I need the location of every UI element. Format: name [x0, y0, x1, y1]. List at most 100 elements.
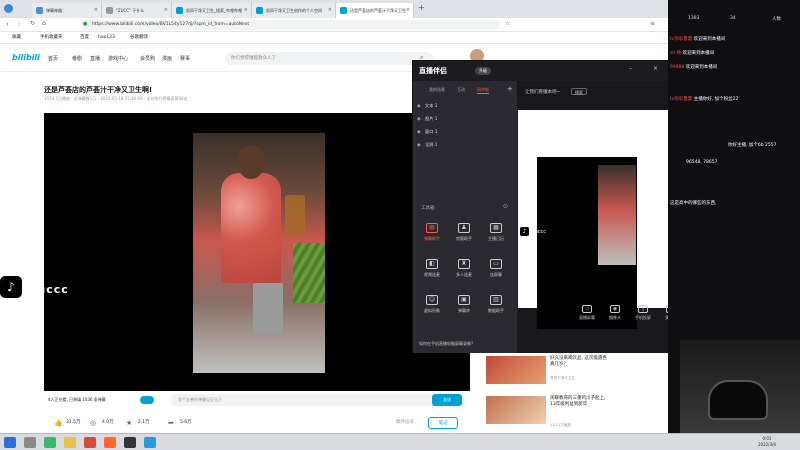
layer-item[interactable]: ◉ 图片 1	[417, 114, 513, 124]
like-icon[interactable]: 👍	[54, 413, 63, 433]
tab-interact[interactable]: 互动	[457, 87, 465, 93]
eye-icon[interactable]: ◉	[417, 101, 422, 111]
rec-thumbnail[interactable]	[486, 396, 546, 424]
rec-title[interactable]: 好久没来喝饮品, 这次能遇色真几岁?	[550, 356, 610, 368]
tab-1[interactable]: "ZUCC" 于什么 ×	[102, 3, 172, 18]
tool-video-link[interactable]: ◧ 视频连麦	[417, 259, 447, 278]
viewer-count-b: 34	[730, 16, 736, 21]
taskbar-app-icon[interactable]	[144, 437, 156, 448]
viewer-count-a: 1383	[688, 16, 700, 21]
nav-game[interactable]: 游戏中心	[108, 55, 128, 62]
tool-data[interactable]: ▥ 数据助手	[481, 295, 511, 314]
tab-0[interactable]: 弹幕神器： ×	[32, 3, 102, 18]
tool-avatar[interactable]: ☺ 虚拟形象	[417, 295, 447, 314]
layer-item[interactable]: ◉ 窗口 1	[417, 127, 513, 137]
bookmark-item[interactable]: 谷歌翻译	[130, 32, 148, 44]
nav-mall[interactable]: 会员购	[140, 55, 155, 62]
menu-icon[interactable]: ≡	[650, 20, 655, 27]
rec-thumbnail[interactable]	[486, 356, 546, 384]
danmu-input[interactable]: 发个友善的弹幕见证当下	[172, 394, 462, 406]
home-icon[interactable]: ⌂	[42, 20, 46, 27]
tool-screen[interactable]: ▭ 连屏幕	[481, 259, 511, 278]
tab-close-icon[interactable]: ×	[164, 3, 168, 18]
rtool-screen[interactable]: ▭ 直播屏幕	[574, 305, 600, 321]
app-sidebar: 我的场景 互动 同步框 + ◉ 文本 1 ◉ 图片 1 ◉ 窗口 1 ◉ 全屏 1 工具…	[413, 81, 517, 353]
taskbar: 0:01 2022/3/4	[0, 433, 800, 450]
rec-title[interactable]: 闲聊教哥的三重鸡爪子起上, 13年级利益到新华	[550, 396, 610, 408]
nav-comic[interactable]: 漫画	[162, 55, 172, 62]
bookmark-item[interactable]: 手机收藏夹	[40, 32, 63, 44]
minimize-icon[interactable]: –	[629, 65, 632, 72]
chat-message: tc弥彩鲁夏:主播你好, 加个粉丝22	[670, 97, 739, 102]
eye-icon[interactable]: ◉	[417, 114, 422, 124]
fav-icon[interactable]: ★	[126, 413, 132, 433]
tab-3[interactable]: 男同干净又卫生创作的个人空间 ×	[252, 3, 336, 18]
rtool-camera[interactable]: ◉ 摄像头	[602, 305, 628, 321]
tab-close-icon[interactable]: ×	[406, 3, 410, 18]
forward-icon[interactable]: ›	[18, 20, 21, 28]
chat-message: tc弥彩鲁夏:欢迎来到本播间	[670, 37, 726, 42]
screen-icon: ▭	[490, 259, 502, 269]
tab-close-icon[interactable]: ×	[328, 3, 332, 18]
bilibili-logo[interactable]: bilibili	[12, 53, 40, 62]
danmu-toggle[interactable]	[140, 396, 154, 404]
tab-2[interactable]: 男同干净又卫生_搜索_哔哩哔哩 ×	[172, 3, 252, 18]
taskbar-app-icon[interactable]	[44, 437, 56, 448]
system-clock[interactable]: 0:01 2022/3/4	[758, 436, 776, 448]
fav-count: 2.1万	[138, 420, 150, 425]
close-icon[interactable]: ×	[653, 65, 658, 72]
viewer-count-c: 人数	[772, 17, 781, 22]
start-icon[interactable]	[4, 437, 16, 448]
report-link[interactable]: 稿件投诉	[396, 413, 414, 433]
upgrade-badge[interactable]: 升级	[475, 67, 491, 75]
bookmark-item[interactable]: 百度	[80, 32, 89, 44]
nav-anime[interactable]: 番剧	[72, 55, 82, 62]
tab-close-icon[interactable]: ×	[94, 3, 98, 18]
eye-icon[interactable]: ◉	[417, 127, 422, 137]
rec-meta: 114.2万播放	[550, 423, 572, 427]
star-icon[interactable]: ☆	[505, 20, 510, 27]
layer-item[interactable]: ◉ 文本 1	[417, 101, 513, 111]
taskbar-app-icon[interactable]	[124, 437, 136, 448]
taskbar-app-icon[interactable]	[84, 437, 96, 448]
add-source-icon[interactable]: +	[507, 85, 513, 93]
tool-calendar[interactable]: ▦ 主播日历	[481, 223, 511, 242]
app-title: 直播伴侣	[419, 67, 447, 75]
back-icon[interactable]: ‹	[6, 20, 9, 28]
tab-favicon-icon	[36, 7, 43, 14]
eye-icon[interactable]: ◉	[417, 140, 422, 150]
metal-cup	[253, 283, 283, 333]
tab-close-icon[interactable]: ×	[244, 3, 248, 18]
note-button[interactable]: 笔记	[428, 417, 458, 429]
tool-multi-link[interactable]: ♜ 多人连麦	[449, 259, 479, 278]
collapse-icon[interactable]: ⊙	[503, 203, 508, 210]
danmu-send-button[interactable]: 发送	[432, 394, 462, 406]
player-controls-bar: 4人正在看, 已装填 1036 条弹幕 发个友善的弹幕见证当下 发送	[44, 391, 470, 409]
tab-sync[interactable]: 同步框	[477, 87, 489, 94]
tab-scenes[interactable]: 我的场景	[429, 87, 445, 93]
rtool-phone[interactable]: ▯ 手机投屏	[630, 305, 656, 321]
search-input[interactable]: 你们觉得谁能救众人了	[225, 52, 433, 65]
layer-item[interactable]: ◉ 全屏 1	[417, 140, 513, 150]
taskbar-app-icon[interactable]	[104, 437, 116, 448]
tool-danmu[interactable]: ▤ 弹幕助手	[417, 223, 447, 242]
tool-danmu-lib[interactable]: ▣ 弹幕库	[449, 295, 479, 314]
nav-live[interactable]: 直播	[90, 55, 100, 62]
bookmark-item[interactable]: hao123	[98, 32, 115, 44]
new-tab-button[interactable]: +	[418, 3, 425, 12]
url-input[interactable]: https://www.bilibili.com/video/BV1L54y12…	[80, 20, 500, 30]
help-tip[interactable]: 如何在手机直播电脑屏幕录像?	[419, 341, 473, 347]
coin-icon[interactable]: ◎	[90, 413, 96, 433]
chat-message: 这是高中的哪些的东西,	[670, 201, 717, 206]
taskbar-app-icon[interactable]	[24, 437, 36, 448]
share-icon[interactable]: ➦	[168, 413, 174, 433]
nav-esports[interactable]: 赛事	[180, 55, 190, 62]
reload-icon[interactable]: ↻	[30, 20, 35, 27]
bookmark-item[interactable]: 收藏	[12, 32, 21, 44]
preview-chip[interactable]: 搜索	[571, 88, 587, 95]
nav-home[interactable]: 首页	[48, 55, 58, 62]
tool-admin[interactable]: ♟ 房管助手	[449, 223, 479, 242]
tab-4[interactable]: 还是芦荟店的芦荟汁干净又卫生 ×	[336, 3, 414, 18]
taskbar-app-icon[interactable]	[64, 437, 76, 448]
app-header: 直播伴侣 升级 – ×	[413, 61, 669, 81]
